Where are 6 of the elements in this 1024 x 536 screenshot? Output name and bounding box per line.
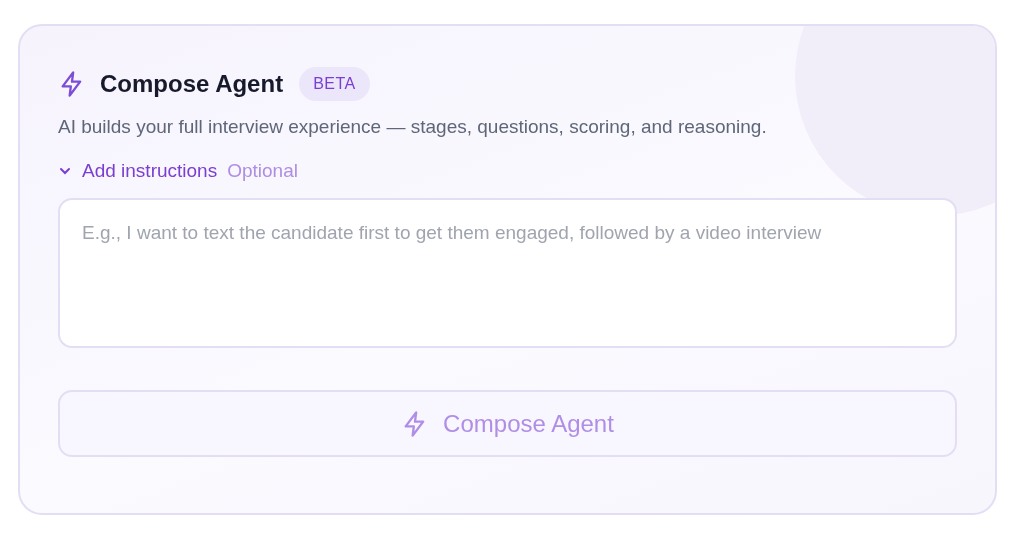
instructions-field[interactable]: E.g., I want to text the candidate first to get them engaged, followed by a video interview	[58, 198, 957, 348]
card-title: Compose Agent	[100, 70, 284, 98]
card-description: AI builds your full interview experience — stages, questions, scoring, and reasoning.	[58, 116, 768, 138]
add-instructions-toggle[interactable]: Add instructions Optional	[58, 160, 298, 182]
optional-hint: Optional	[227, 160, 298, 182]
beta-badge: BETA	[299, 67, 370, 101]
